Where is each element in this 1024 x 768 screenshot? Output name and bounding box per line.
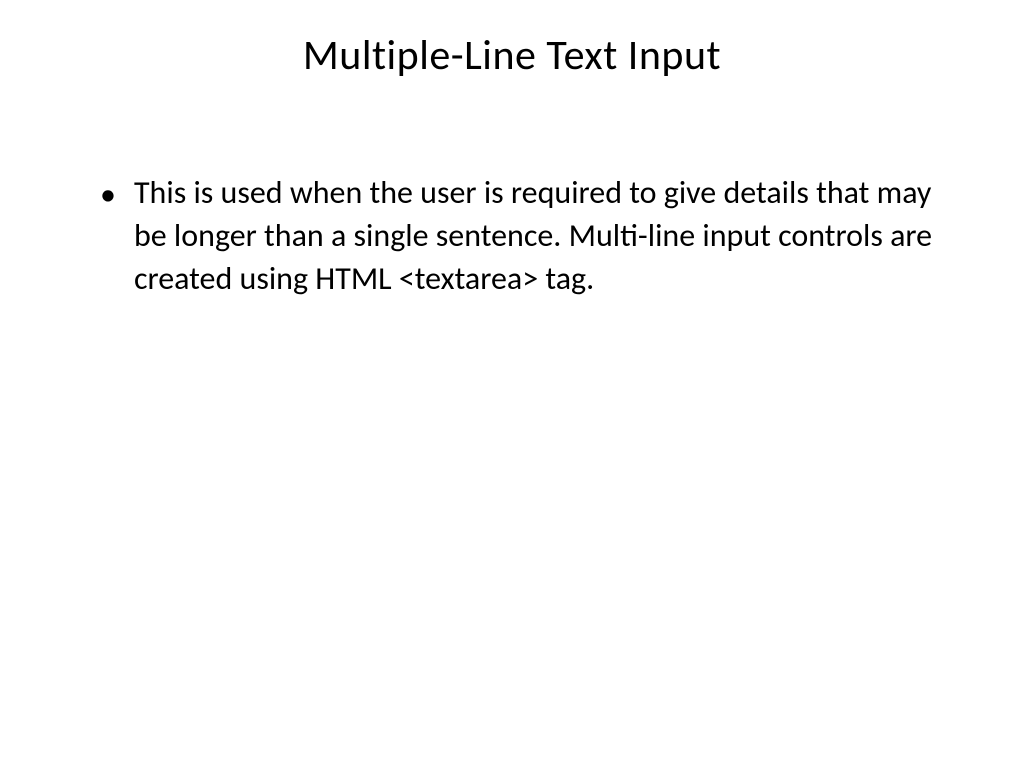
slide-content: • This is used when the user is required… (60, 171, 964, 301)
bullet-marker-icon: • (100, 173, 116, 216)
bullet-item: • This is used when the user is required… (100, 171, 964, 301)
slide-container: Multiple-Line Text Input • This is used … (0, 0, 1024, 768)
bullet-text: This is used when the user is required t… (134, 171, 964, 301)
slide-title: Multiple-Line Text Input (60, 30, 964, 81)
